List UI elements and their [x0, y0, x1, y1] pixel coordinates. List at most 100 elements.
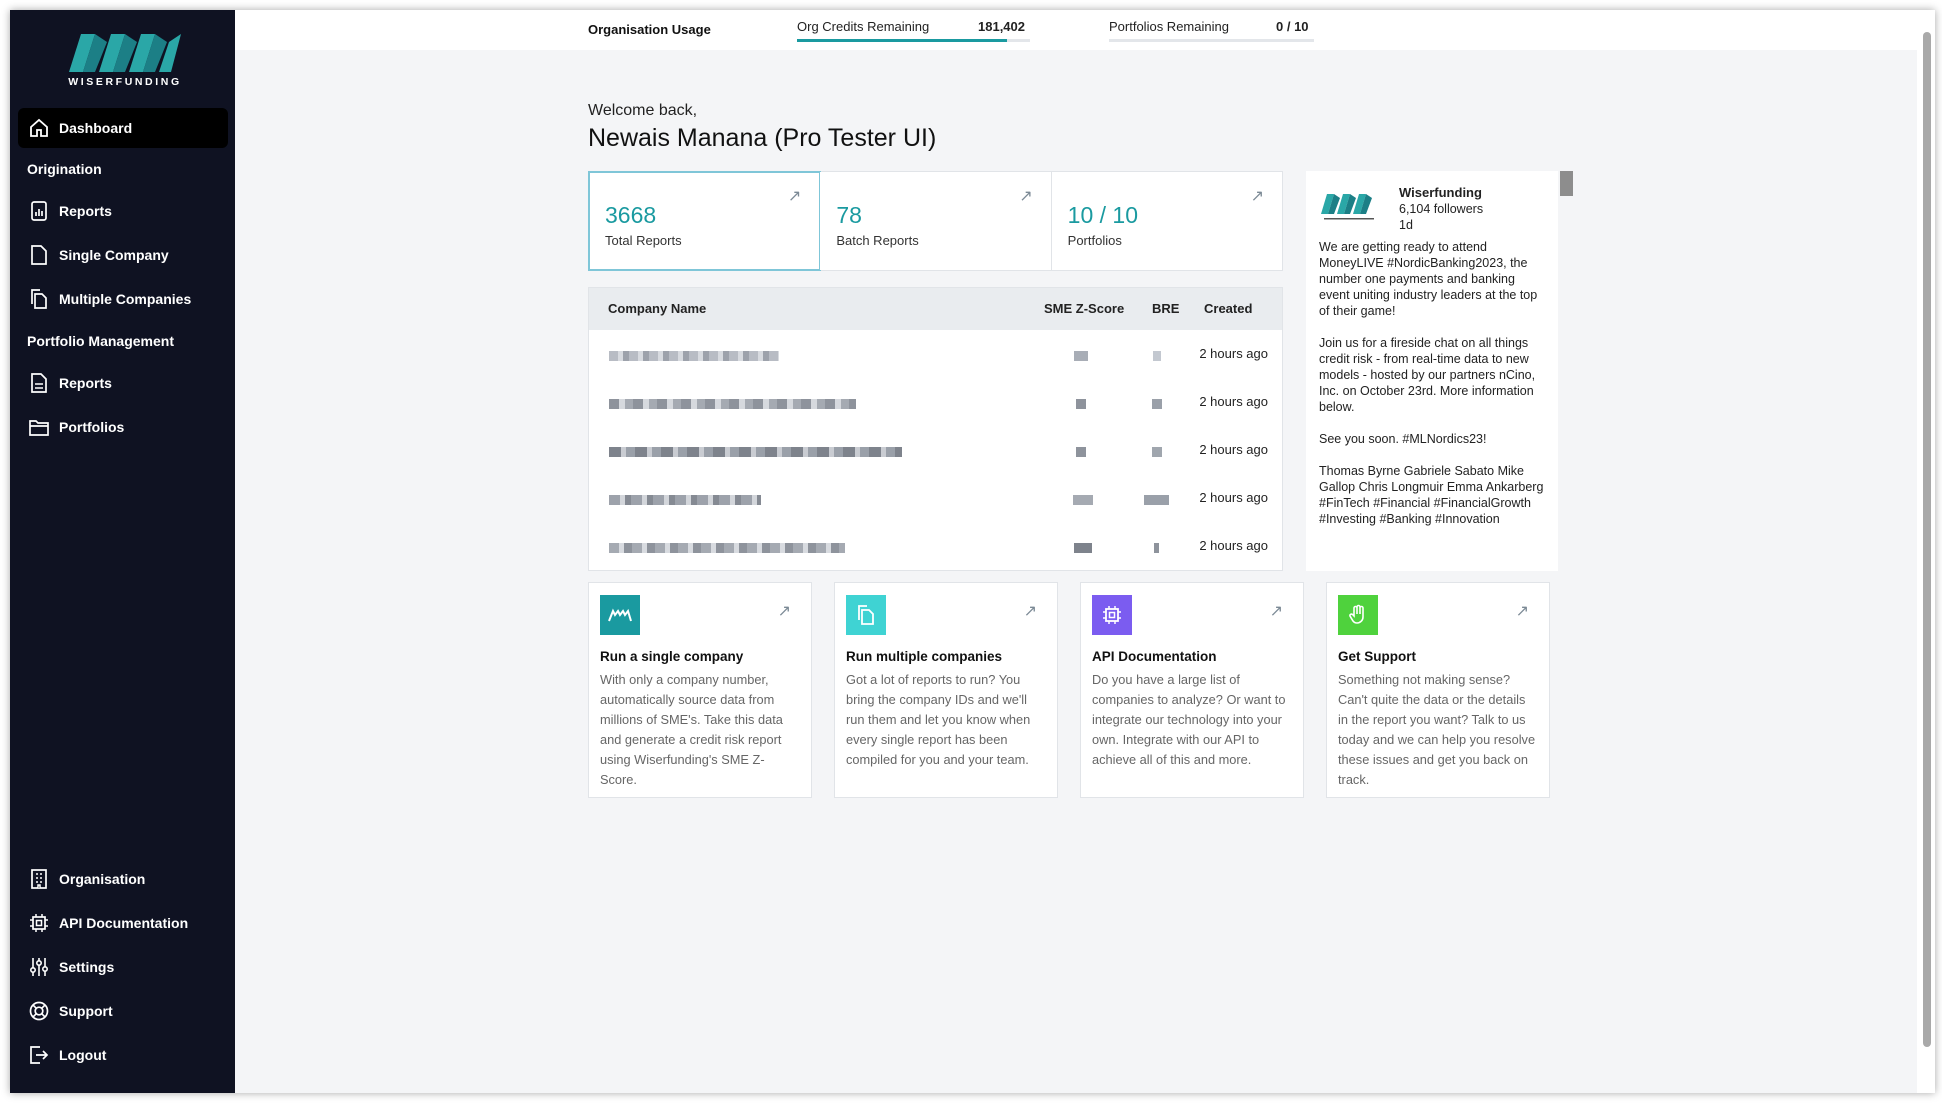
sidebar-item-organisation[interactable]: Organisation — [18, 859, 228, 899]
card-api-documentation[interactable]: ↗ API Documentation Do you have a large … — [1080, 582, 1304, 798]
card-title: API Documentation — [1092, 649, 1217, 664]
usage-bar: Organisation Usage Org Credits Remaining… — [235, 10, 1935, 50]
org-credits-progress — [797, 39, 1030, 42]
sidebar-item-support[interactable]: Support — [18, 991, 228, 1031]
post-paragraph: We are getting ready to attend MoneyLIVE… — [1319, 240, 1538, 318]
logo-wordmark: WISERFUNDING — [68, 76, 182, 88]
sidebar-item-multiple-companies[interactable]: Multiple Companies — [18, 279, 228, 319]
recent-reports-table: Company Name SME Z-Score BRE Created 2 h… — [588, 287, 1283, 571]
stat-label: Total Reports — [605, 233, 682, 248]
arrow-up-right-icon: ↗ — [1019, 188, 1033, 205]
table-header: Company Name SME Z-Score BRE Created — [589, 288, 1282, 330]
sidebar-item-portfolios[interactable]: Portfolios — [18, 407, 228, 447]
portfolios-remaining-value: 0 / 10 — [1276, 19, 1309, 34]
copy-icon — [846, 595, 886, 635]
sidebar: WISERFUNDING Dashboard Origination Repor… — [10, 10, 235, 1093]
stat-value: 3668 — [605, 202, 657, 228]
sidebar-item-label: Dashboard — [59, 120, 133, 136]
table-row[interactable]: 2 hours ago — [589, 522, 1282, 570]
stat-card-total-reports[interactable]: 3668 Total Reports ↗ — [587, 171, 822, 271]
sidebar-item-portfolio-reports[interactable]: Reports — [18, 363, 228, 403]
card-run-single-company[interactable]: ↗ Run a single company With only a compa… — [588, 582, 812, 798]
arrow-up-right-icon: ↗ — [787, 188, 802, 205]
building-icon — [28, 868, 50, 890]
wiserfunding-logo-icon — [69, 34, 181, 72]
zscore-redacted — [1073, 495, 1093, 505]
bre-redacted — [1144, 495, 1169, 505]
table-row[interactable]: 2 hours ago — [589, 474, 1282, 522]
sidebar-item-logout[interactable]: Logout — [18, 1035, 228, 1075]
sidebar-item-label: API Documentation — [59, 915, 189, 931]
zscore-redacted — [1074, 543, 1092, 553]
org-credits-value: 181,402 — [978, 19, 1025, 34]
sidebar-item-dashboard[interactable]: Dashboard — [18, 108, 228, 148]
sidebar-item-settings[interactable]: Settings — [18, 947, 228, 987]
welcome-text: Welcome back, — [588, 102, 698, 119]
copy-icon — [28, 288, 50, 310]
zscore-redacted — [1074, 351, 1088, 361]
hand-icon — [1338, 595, 1378, 635]
column-header-bre[interactable]: BRE — [1152, 301, 1179, 316]
chip-icon — [28, 912, 50, 934]
arrow-up-right-icon: ↗ — [777, 603, 791, 620]
report-chart-icon — [28, 200, 50, 222]
usage-title: Organisation Usage — [588, 22, 711, 37]
bre-redacted — [1153, 351, 1161, 361]
sidebar-item-origination-reports[interactable]: Reports — [18, 191, 228, 231]
card-description: Got a lot of reports to run? You bring t… — [846, 672, 1031, 767]
column-header-zscore[interactable]: SME Z-Score — [1044, 301, 1124, 316]
lifebuoy-icon — [28, 1000, 50, 1022]
chip-icon — [1092, 595, 1132, 635]
stat-card-batch-reports[interactable]: 78 Batch Reports ↗ — [820, 172, 1052, 270]
company-name-redacted — [609, 447, 902, 457]
portfolios-progress — [1109, 39, 1314, 42]
sidebar-item-label: Organisation — [59, 871, 146, 887]
table-row[interactable]: 2 hours ago — [589, 330, 1282, 378]
stat-label: Batch Reports — [836, 233, 919, 248]
created-time: 2 hours ago — [1199, 346, 1268, 361]
sidebar-section-portfolio: Portfolio Management — [27, 333, 175, 349]
post-header: Wiserfunding 6,104 followers 1d — [1319, 185, 1546, 239]
news-feed-post[interactable]: Wiserfunding 6,104 followers 1d We are g… — [1306, 171, 1558, 571]
post-author[interactable]: Wiserfunding — [1399, 185, 1482, 201]
created-time: 2 hours ago — [1199, 538, 1268, 553]
wiserfunding-logo-icon — [600, 595, 640, 635]
sidebar-item-api-documentation[interactable]: API Documentation — [18, 903, 228, 943]
org-credits-label: Org Credits Remaining — [797, 19, 930, 34]
stat-card-portfolios[interactable]: 10 / 10 Portfolios ↗ — [1051, 172, 1282, 270]
card-title: Run multiple companies — [846, 649, 1003, 664]
sidebar-item-label: Multiple Companies — [59, 291, 192, 307]
logout-icon — [28, 1044, 50, 1066]
news-feed-scrollbar[interactable] — [1560, 171, 1573, 196]
page-scrollbar[interactable] — [1917, 10, 1935, 1093]
page-scrollbar-thumb[interactable] — [1923, 32, 1931, 1047]
sliders-icon — [28, 956, 50, 978]
card-get-support[interactable]: ↗ Get Support Something not making sense… — [1326, 582, 1550, 798]
card-run-multiple-companies[interactable]: ↗ Run multiple companies Got a lot of re… — [834, 582, 1058, 798]
post-time: 1d — [1399, 218, 1413, 232]
logo[interactable]: WISERFUNDING — [65, 28, 185, 88]
sidebar-item-label: Portfolios — [59, 419, 125, 435]
arrow-up-right-icon: ↗ — [1269, 603, 1283, 620]
column-header-company[interactable]: Company Name — [608, 301, 706, 316]
sidebar-item-label: Reports — [59, 375, 112, 391]
arrow-up-right-icon: ↗ — [1250, 188, 1264, 205]
stat-label: Portfolios — [1067, 233, 1122, 248]
table-row[interactable]: 2 hours ago — [589, 378, 1282, 426]
card-description: With only a company number, automaticall… — [600, 672, 783, 787]
portfolios-remaining-label: Portfolios Remaining — [1109, 19, 1229, 34]
folder-icon — [28, 416, 50, 438]
post-paragraph: Join us for a fireside chat on all thing… — [1319, 336, 1536, 414]
table-row[interactable]: 2 hours ago — [589, 426, 1282, 474]
zscore-redacted — [1076, 399, 1086, 409]
sidebar-item-label: Reports — [59, 203, 112, 219]
wiserfunding-logo-icon — [1321, 190, 1377, 226]
sidebar-item-single-company[interactable]: Single Company — [18, 235, 228, 275]
sidebar-section-origination: Origination — [27, 161, 102, 177]
company-name-redacted — [609, 543, 845, 553]
card-description: Do you have a large list of companies to… — [1092, 672, 1286, 767]
card-title: Get Support — [1338, 649, 1416, 664]
column-header-created[interactable]: Created — [1204, 301, 1252, 316]
sidebar-item-label: Settings — [59, 959, 115, 975]
app-window: WISERFUNDING Dashboard Origination Repor… — [10, 10, 1935, 1093]
